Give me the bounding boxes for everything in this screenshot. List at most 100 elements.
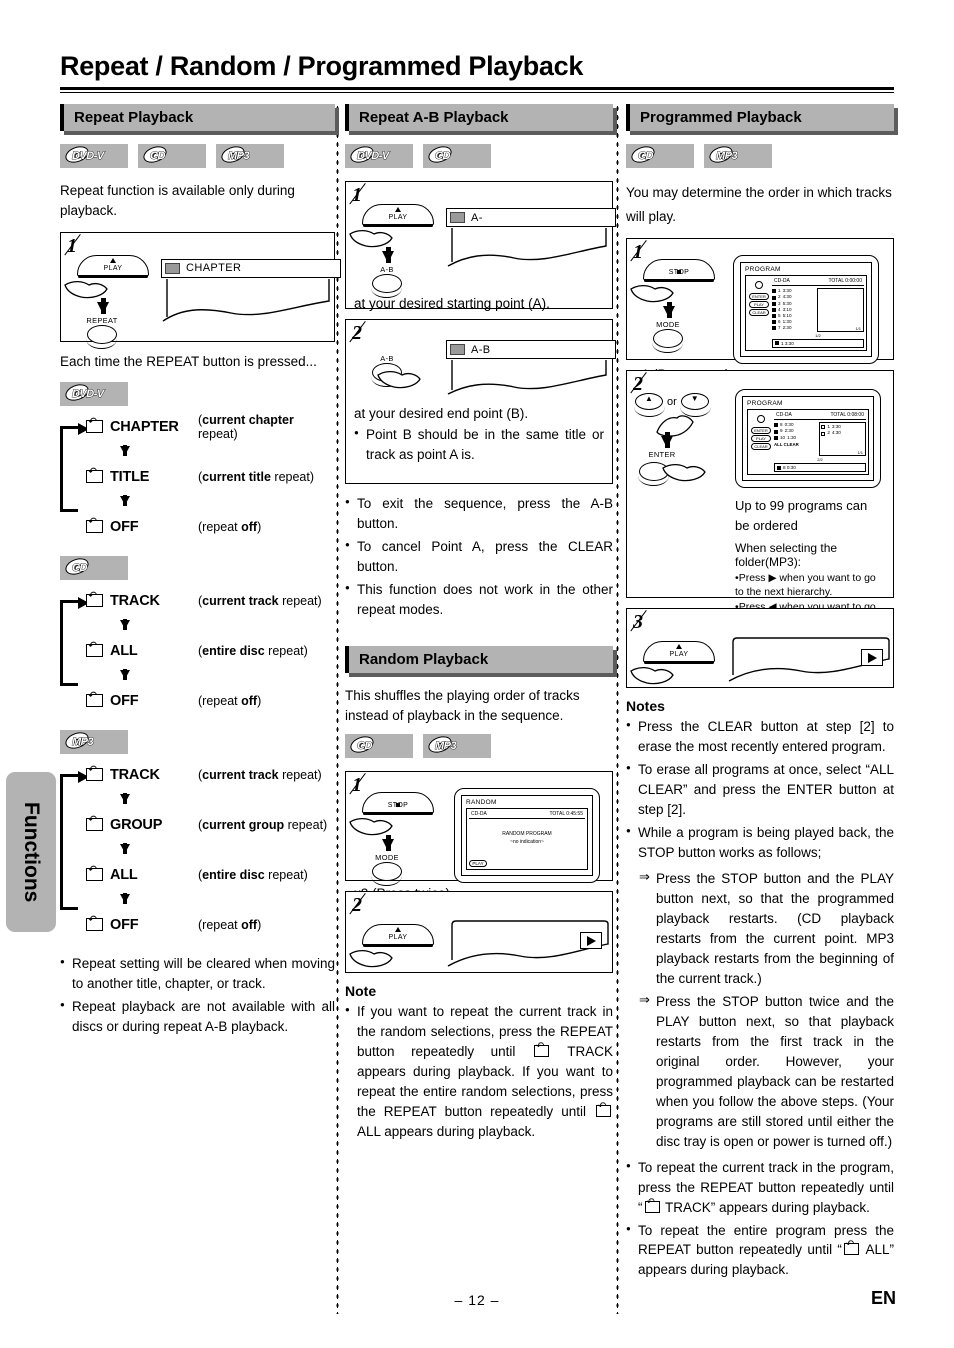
disc-type-label: CD-DA <box>774 278 790 285</box>
down-arrow-icon: ▼ <box>690 394 699 404</box>
column-separator-2 <box>616 104 619 1314</box>
osd-panel: CD-DA TOTAL 0:45:55 RANDOM PROGRAM ~no i… <box>466 808 588 871</box>
section-header-programmed: Programmed Playback <box>626 104 894 131</box>
note-item: To erase all programs at once, select “A… <box>626 760 894 820</box>
flow-arrow <box>120 792 130 804</box>
mode-button-label: MODE <box>656 320 680 330</box>
step-box-ab-1: 1 PLAY A-B A- at your desired starting p… <box>345 181 616 311</box>
dpad-center[interactable] <box>757 415 765 424</box>
remote-keys-group: PLAY <box>349 920 446 969</box>
ab-button-illustration <box>371 274 403 298</box>
all-clear-option[interactable]: ALL CLEAR <box>774 442 816 447</box>
osd-enter-button[interactable]: ENTER <box>749 293 769 301</box>
play-button-label: PLAY <box>388 934 408 942</box>
osd-text: CHAPTER <box>186 262 242 274</box>
osd-clear-button[interactable]: CLEAR <box>749 309 769 317</box>
track-list[interactable]: 1 3:30 2 4:30 3 5:30 4 3:10 5 5:10 6 1:30 7 2:30 <box>772 288 814 331</box>
track-marker-icon <box>772 289 776 294</box>
track-marker-icon <box>772 326 776 331</box>
osd-enter-button[interactable]: ENTER <box>751 427 771 435</box>
note-item: While a program is being played back, th… <box>626 823 894 863</box>
osd-clear-button[interactable]: CLEAR <box>751 443 771 451</box>
folder-note-1: •Press ▶ when you want to go to the next… <box>735 572 876 599</box>
osd-play-button[interactable]: PLAY <box>751 435 771 443</box>
osd-bar: A-B <box>446 340 616 359</box>
flow-desc-bold: entire disc <box>202 643 265 658</box>
osd-preview-chapter: CHAPTER <box>161 251 341 329</box>
total-time-label: TOTAL 0:08:00 <box>830 412 864 419</box>
selection-marker-icon <box>775 341 779 346</box>
repeat-notes-list: Repeat setting will be cleared when movi… <box>60 954 335 1037</box>
flow-mode-desc: (repeat off) <box>198 693 262 708</box>
track-row[interactable]: 7 2:30 <box>772 325 814 331</box>
remote-keys-group: PLAY A-B <box>349 200 446 298</box>
step2-caption: Up to 99 programs can be ordered <box>735 498 868 533</box>
or-label: or <box>667 395 677 408</box>
remote-keys-group: ▲ or ▼ ENTER <box>634 389 735 486</box>
disc-badge-cd: CD <box>626 144 694 168</box>
up-arrow-icon: ▲ <box>645 394 653 404</box>
play-triangle-icon <box>395 927 401 933</box>
tv-screen-outline <box>447 360 607 395</box>
osd-nav-controls: ENTER PLAY CLEAR <box>748 278 770 347</box>
track-row[interactable]: 2 4:30 <box>821 430 864 436</box>
program-screen-wrap-2: PROGRAM ENTER PLAY CLEAR CD-DA TOTAL 0:0… <box>735 389 885 628</box>
ab-button-label: A-B <box>380 265 394 274</box>
repeat-mode-icon <box>644 1198 660 1213</box>
track-page-indicator: 2/2 <box>817 457 823 463</box>
track-time: 2:30 <box>782 325 792 331</box>
programmed-notes-list: Press the CLEAR button at step [2] to er… <box>626 717 894 863</box>
note-item: To repeat the current track in the progr… <box>626 1158 894 1218</box>
flow-item: TRACK (current track repeat) <box>86 760 335 790</box>
play-triangle-icon <box>676 644 682 650</box>
disc-type-label: CD-DA <box>471 811 487 818</box>
dpad-icon[interactable] <box>752 412 770 426</box>
flow-item: GROUP (current group repeat) <box>86 810 335 840</box>
tv-screen: PROGRAM ENTER PLAY CLEAR CD-DA TOTAL 0:0… <box>740 262 872 357</box>
up-button-illustration: ▲ <box>634 393 666 418</box>
flow-mode-desc: (current track repeat) <box>198 767 322 782</box>
play-triangle-icon <box>395 207 401 212</box>
osd-text: A- <box>471 211 483 224</box>
flow-badge-mp3-wrap: MP3 <box>60 729 335 754</box>
flow-arrow-down <box>382 835 394 852</box>
play-button-illustration: PLAY <box>77 254 149 278</box>
flow-loop-arrow <box>60 771 89 910</box>
step-box-random-1: 1 STOP MODE RANDOM <box>345 771 613 901</box>
repeat-mode-icon <box>596 1102 611 1118</box>
osd-play-button[interactable]: PLAY <box>749 301 769 309</box>
disc-badge-dvdv: DVD-V <box>345 144 413 168</box>
disc-badge-mp3: MP3 <box>704 144 772 168</box>
track-list[interactable]: 8 0:30 9 2:30 10 1:30 <box>774 422 816 441</box>
programmed-notes-heading: Notes <box>626 698 665 715</box>
down-button-illustration: ▼ <box>680 393 712 418</box>
flow-mode-name: TITLE <box>110 468 150 485</box>
tv-set-program-2: PROGRAM ENTER PLAY CLEAR CD-DA TOTAL 0:0… <box>735 389 881 489</box>
hand-pointer-icon <box>629 282 675 304</box>
repeat-icon <box>86 467 103 484</box>
repeat-icon <box>86 765 103 782</box>
note-item: Point B should be in the same title or t… <box>354 425 604 465</box>
osd-play-button[interactable]: PLAY <box>469 860 487 868</box>
osd-screen-title: PROGRAM <box>745 266 781 274</box>
repeat-flow-mp3: TRACK (current track repeat) GROUP (curr… <box>60 760 335 940</box>
track-marker-icon <box>774 429 778 434</box>
page-title: Repeat / Random / Programmed Playback <box>60 51 584 81</box>
repeat-mode-icon <box>450 344 465 355</box>
dpad-icon[interactable] <box>750 278 768 292</box>
disc-badge-label: MP3 <box>228 150 250 163</box>
osd-text: A-B <box>471 343 491 356</box>
step-box-random-2: 2 PLAY <box>345 891 613 974</box>
random-center-message: RANDOM PROGRAM ~no indication~ <box>469 821 585 860</box>
track-marker-icon <box>772 314 776 319</box>
track-row[interactable]: 10 1:30 <box>774 435 816 441</box>
dpad-center[interactable] <box>755 281 763 290</box>
flow-badge-cd-wrap: CD <box>60 555 335 580</box>
tv-set-random: RANDOM CD-DA TOTAL 0:45:55 RANDOM PROGRA… <box>454 788 600 884</box>
flow-mode-name: OFF <box>110 518 139 535</box>
osd-screen-title: RANDOM <box>466 799 497 807</box>
disc-badge-cd: CD <box>138 144 206 168</box>
disc-badge-mp3: MP3 <box>423 734 491 759</box>
disc-badge-cd: CD <box>423 144 491 168</box>
repeat-icon <box>86 517 103 534</box>
